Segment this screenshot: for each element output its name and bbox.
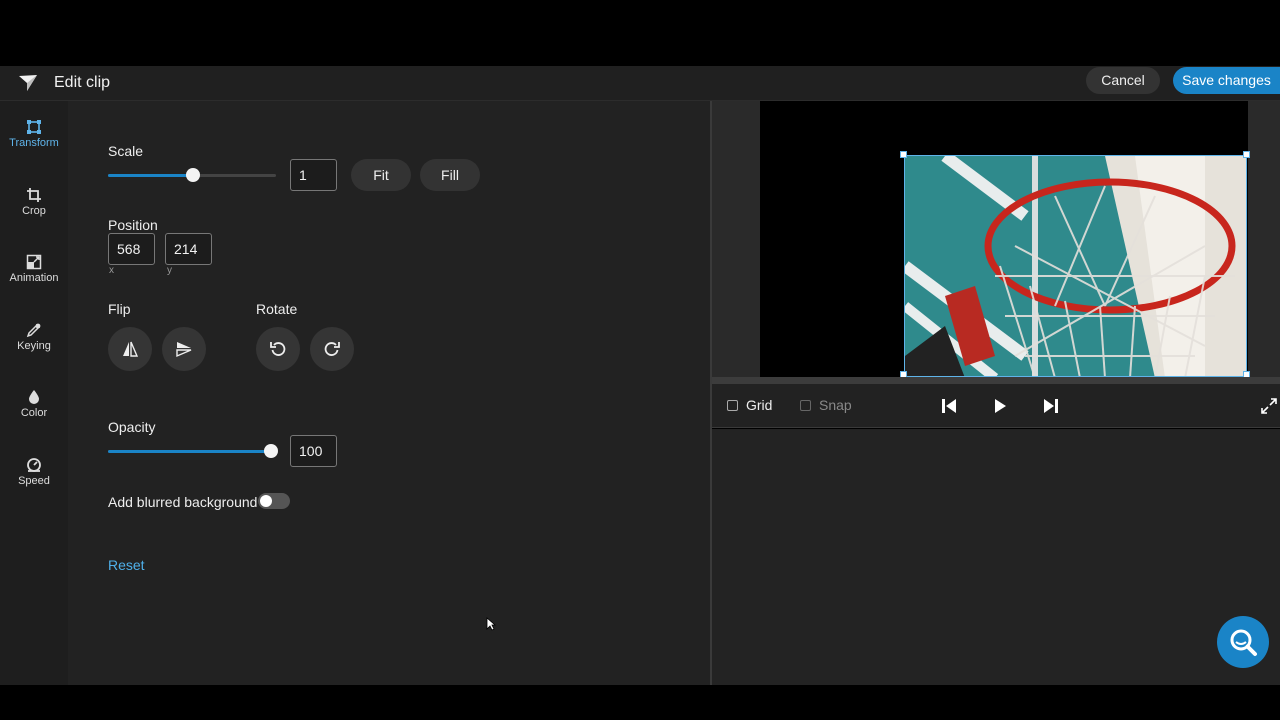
blurred-background-label: Add blurred background: [108, 494, 258, 510]
scale-slider-fill: [108, 174, 193, 177]
rotate-left-icon: [270, 342, 286, 356]
sidebar-item-label: Color: [20, 407, 48, 419]
skip-to-end-icon[interactable]: [1042, 397, 1060, 415]
fullscreen-icon[interactable]: [1260, 397, 1278, 415]
position-label: Position: [108, 217, 158, 233]
timeline-area: [712, 429, 1280, 685]
reset-link[interactable]: Reset: [108, 557, 145, 573]
rotate-label: Rotate: [256, 301, 298, 317]
top-bar: Edit clip Cancel Save changes: [0, 66, 1280, 101]
sidebar-item-label: Crop: [22, 205, 46, 217]
sidebar-item-speed[interactable]: Speed: [0, 457, 68, 521]
droplet-icon: [29, 390, 39, 404]
grid-label: Grid: [746, 397, 773, 413]
timeline-scrubber[interactable]: [712, 377, 1280, 384]
sidebar-item-label: Keying: [17, 340, 51, 352]
opacity-input[interactable]: 100: [290, 435, 337, 467]
sidebar-item-transform[interactable]: Transform: [0, 119, 68, 183]
position-x-input[interactable]: 568: [108, 233, 155, 265]
eyedropper-icon: [26, 323, 41, 338]
flip-horizontal-button[interactable]: [108, 327, 152, 371]
speedometer-icon: [27, 458, 41, 472]
snap-checkbox[interactable]: [800, 400, 811, 411]
position-y-input[interactable]: 214: [165, 233, 212, 265]
transform-panel: Scale 1 Fit Fill Position 568 214 x y Fl…: [68, 101, 710, 685]
scale-label: Scale: [108, 143, 144, 159]
scale-slider-thumb[interactable]: [186, 168, 200, 182]
logo-icon: [19, 75, 37, 91]
help-search-button[interactable]: [1217, 616, 1269, 668]
flip-horizontal-icon: [123, 341, 139, 357]
search-icon: [1230, 629, 1257, 656]
mouse-cursor-icon: [486, 617, 496, 631]
sidebar-item-keying[interactable]: Keying: [0, 322, 68, 386]
fit-button[interactable]: Fit: [351, 159, 411, 191]
bottom-bar: [0, 685, 1280, 720]
playback-controls: Grid Snap: [712, 384, 1280, 428]
crop-icon: [27, 188, 41, 202]
basketball-hoop-image: [905, 156, 1246, 376]
transform-icon: [27, 120, 41, 134]
resize-handle-top-right[interactable]: [1243, 151, 1250, 158]
play-icon[interactable]: [991, 397, 1009, 415]
page-title: Edit clip: [54, 74, 111, 91]
preview-area: [712, 101, 1280, 378]
scale-input[interactable]: 1: [290, 159, 337, 191]
sidebar-item-crop[interactable]: Crop: [0, 187, 68, 251]
sidebar-item-label: Speed: [18, 475, 50, 487]
blurred-background-toggle[interactable]: [258, 493, 290, 509]
snap-label: Snap: [819, 397, 852, 413]
toggle-knob: [260, 495, 272, 507]
grid-checkbox[interactable]: [727, 400, 738, 411]
resize-handle-top-left[interactable]: [900, 151, 907, 158]
sidebar: Transform Crop Animation Keying Color Sp…: [0, 101, 68, 685]
position-y-label: y: [167, 265, 172, 276]
save-changes-button[interactable]: Save changes: [1173, 67, 1280, 94]
flip-vertical-button[interactable]: [162, 327, 206, 371]
sidebar-item-label: Animation: [9, 272, 59, 284]
rotate-right-icon: [324, 342, 340, 356]
clip-preview[interactable]: [904, 155, 1247, 377]
flip-label: Flip: [108, 301, 131, 317]
opacity-slider-thumb[interactable]: [264, 444, 278, 458]
animation-icon: [26, 254, 42, 270]
fill-button[interactable]: Fill: [420, 159, 480, 191]
rotate-left-button[interactable]: [256, 327, 300, 371]
opacity-slider-fill: [108, 450, 272, 453]
sidebar-item-label: Transform: [9, 137, 59, 149]
sidebar-item-color[interactable]: Color: [0, 389, 68, 453]
position-x-label: x: [109, 265, 114, 276]
flip-vertical-icon: [176, 342, 192, 358]
opacity-label: Opacity: [108, 419, 156, 435]
cancel-button[interactable]: Cancel: [1086, 67, 1160, 94]
preview-canvas: [760, 101, 1250, 378]
rotate-right-button[interactable]: [310, 327, 354, 371]
skip-to-start-icon[interactable]: [940, 397, 958, 415]
sidebar-item-animation[interactable]: Animation: [0, 254, 68, 318]
